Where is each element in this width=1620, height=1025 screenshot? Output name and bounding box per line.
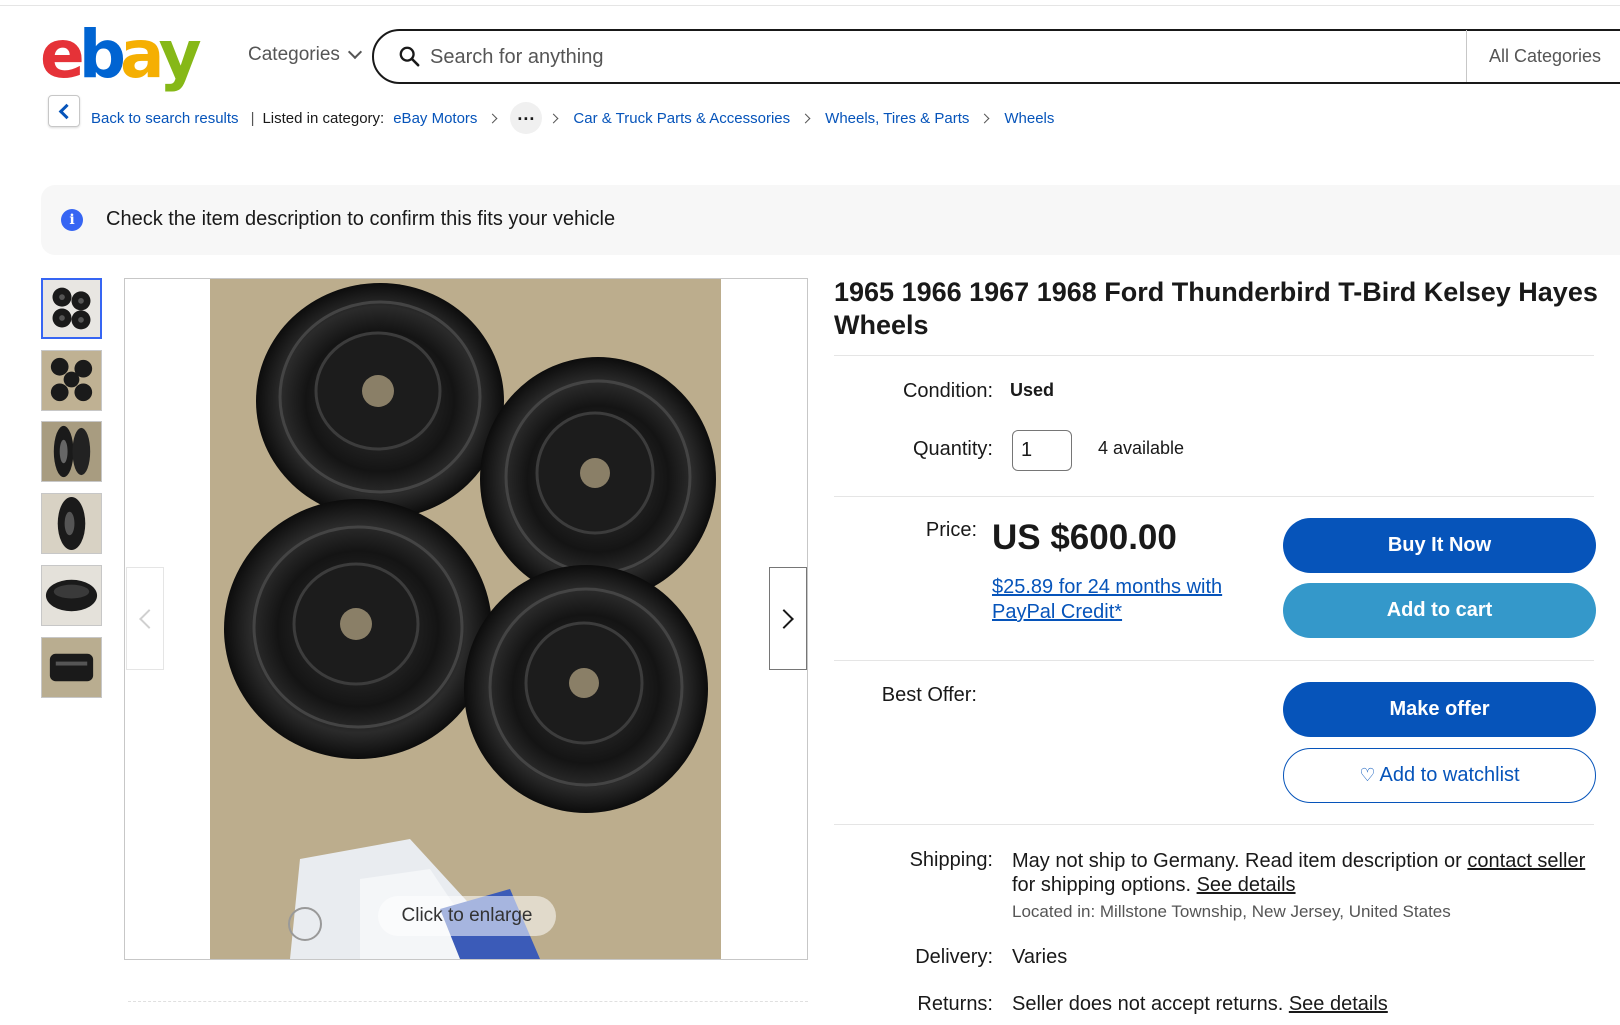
chevron-right-icon — [800, 113, 811, 123]
delivery-label: Delivery: — [915, 946, 993, 968]
shipping-info: May not ship to Germany. Read item descr… — [1012, 849, 1592, 897]
item-location: Located in: Millstone Township, New Jers… — [1012, 902, 1451, 921]
best-offer-label: Best Offer: — [881, 684, 977, 706]
next-image-button[interactable] — [769, 567, 807, 670]
ebay-logo[interactable]: ebay — [40, 16, 202, 93]
fitment-notice: i Check the item description to confirm … — [41, 185, 1620, 255]
quantity-input[interactable] — [1012, 430, 1072, 471]
chevron-right-icon — [548, 113, 559, 123]
returns-value: Seller does not accept returns. — [1012, 993, 1284, 1015]
shipping-label: Shipping: — [909, 849, 993, 871]
add-to-watchlist-label: Add to watchlist — [1379, 764, 1520, 786]
price-divider — [834, 660, 1594, 661]
info-icon: i — [61, 209, 83, 231]
thumbnail-2[interactable] — [41, 350, 102, 411]
breadcrumb-item-car-truck-parts[interactable]: Car & Truck Parts & Accessories — [573, 110, 790, 127]
thumbnail-6[interactable] — [41, 637, 102, 698]
offer-divider — [834, 824, 1594, 825]
listed-in-label: Listed in category: — [262, 109, 385, 127]
returns-see-details-link[interactable]: See details — [1289, 993, 1388, 1015]
chevron-right-icon — [487, 113, 498, 123]
condition-value: Used — [1010, 380, 1055, 400]
wheels-thumbnail-image — [42, 566, 101, 625]
chevron-down-icon — [347, 44, 362, 60]
logo-letter-y: y — [158, 16, 202, 93]
breadcrumb-item-wheels[interactable]: Wheels — [1004, 110, 1054, 127]
search-icon — [399, 46, 420, 67]
wheels-thumbnail-image — [42, 351, 101, 410]
make-offer-button[interactable]: Make offer — [1283, 682, 1596, 737]
chevron-right-icon — [774, 608, 794, 629]
chevron-right-icon — [979, 113, 990, 123]
contact-seller-link[interactable]: contact seller — [1467, 850, 1585, 872]
condition-label: Condition: — [902, 380, 993, 402]
main-product-image[interactable] — [210, 279, 721, 959]
categories-dropdown[interactable]: Categories — [248, 44, 362, 66]
breadcrumb-item-wheels-tires-parts[interactable]: Wheels, Tires & Parts — [825, 110, 969, 127]
search-input[interactable] — [430, 41, 1430, 73]
categories-label: Categories — [248, 44, 340, 65]
title-divider — [834, 355, 1594, 356]
add-to-watchlist-button[interactable]: ♡ Add to watchlist — [1283, 748, 1596, 803]
returns-info: Seller does not accept returns. See deta… — [1012, 993, 1388, 1016]
breadcrumb-separator: | — [250, 109, 255, 127]
returns-label: Returns: — [917, 993, 993, 1015]
wheels-thumbnail-image — [42, 422, 101, 481]
shipping-text-1: May not ship to Germany. Read item descr… — [1012, 850, 1462, 872]
heart-icon: ♡ — [1359, 765, 1376, 785]
chevron-left-icon — [139, 608, 159, 629]
available-count: 4 available — [1098, 438, 1185, 458]
add-to-cart-button[interactable]: Add to cart — [1283, 583, 1596, 638]
paypal-credit-link[interactable]: $25.89 for 24 months with PayPal Credit* — [992, 575, 1262, 625]
main-image-viewer: Click to enlarge — [124, 278, 808, 960]
item-title: 1965 1966 1967 1968 Ford Thunderbird T-B… — [834, 277, 1598, 340]
price-label: Price: — [925, 519, 977, 541]
back-to-results-link[interactable]: Back to search results — [91, 110, 239, 127]
search-bar — [372, 29, 1620, 84]
logo-letter-a: a — [120, 16, 164, 93]
category-select[interactable]: All Categories — [1466, 30, 1620, 82]
delivery-value: Varies — [1012, 946, 1068, 968]
click-to-enlarge-button[interactable]: Click to enlarge — [378, 896, 556, 936]
logo-letter-b: b — [78, 16, 126, 93]
logo-letter-e: e — [40, 16, 85, 93]
fitment-notice-text: Check the item description to confirm th… — [106, 208, 616, 230]
quantity-label: Quantity: — [912, 438, 993, 460]
chevron-left-icon — [58, 103, 74, 119]
thumbnail-5[interactable] — [41, 565, 102, 626]
thumbnail-1[interactable] — [41, 278, 102, 339]
quantity-divider — [834, 496, 1594, 497]
more-categories-button[interactable]: ... — [510, 102, 543, 134]
thumbnail-4[interactable] — [41, 493, 102, 554]
back-button[interactable] — [48, 95, 80, 127]
top-divider — [0, 5, 1620, 6]
wheels-photo — [210, 279, 721, 959]
breadcrumb: Back to search results | Listed in categ… — [91, 102, 1054, 134]
breadcrumb-item-ebay-motors[interactable]: eBay Motors — [393, 110, 477, 127]
shipping-text-2: for shipping options. — [1012, 874, 1192, 896]
item-price: US $600.00 — [992, 518, 1177, 557]
shipping-see-details-link[interactable]: See details — [1197, 874, 1296, 896]
previous-image-button[interactable] — [126, 567, 164, 670]
buy-it-now-button[interactable]: Buy It Now — [1283, 518, 1596, 573]
wheels-thumbnail-image — [42, 494, 101, 553]
wheels-thumbnail-image — [42, 638, 101, 697]
wheels-thumbnail-image — [43, 280, 100, 337]
thumbnail-3[interactable] — [41, 421, 102, 482]
gallery-bottom-divider — [128, 1001, 808, 1002]
